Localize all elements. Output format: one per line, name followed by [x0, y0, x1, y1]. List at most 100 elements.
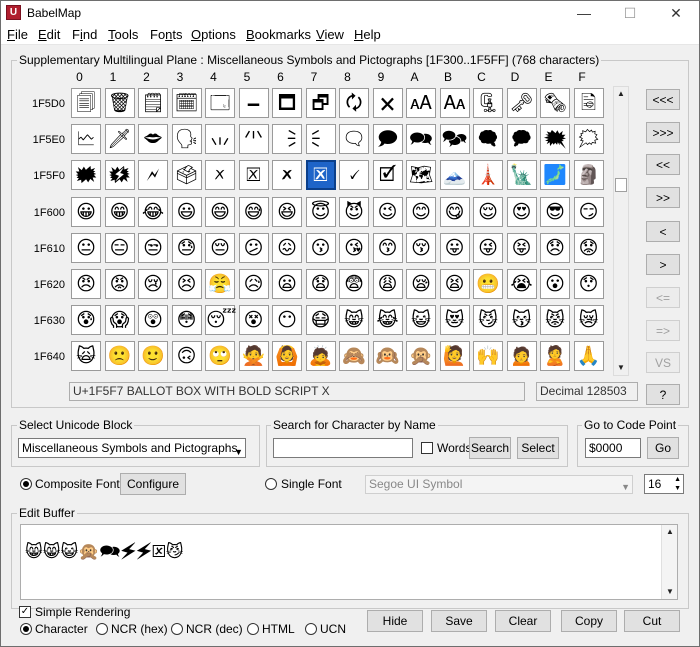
character-cell[interactable]: 😃 — [171, 196, 202, 227]
scroll-down-icon[interactable]: ▼ — [663, 585, 677, 599]
character-cell[interactable]: 😷 — [305, 305, 336, 336]
character-cell[interactable]: 🗜 — [473, 88, 503, 118]
character-cell[interactable]: 🗮 — [540, 124, 570, 155]
character-cell[interactable]: 😝 — [506, 232, 537, 263]
character-cell[interactable]: 🗕 — [238, 88, 269, 118]
nav-button-0[interactable]: <<< — [646, 89, 680, 110]
character-cell[interactable]: 🗸 — [339, 160, 369, 191]
character-cell[interactable]: 😴 — [205, 305, 236, 336]
character-cell[interactable]: 😌 — [473, 196, 503, 227]
character-cell[interactable]: 😡 — [104, 269, 135, 299]
hide-button[interactable]: Hide — [367, 610, 423, 632]
character-cell[interactable]: 🗚 — [406, 88, 436, 118]
format-radio[interactable] — [305, 623, 317, 635]
character-cell[interactable]: 🗣 — [171, 124, 202, 155]
character-cell[interactable]: 😣 — [171, 269, 202, 299]
character-cell[interactable]: 😯 — [573, 269, 604, 299]
character-cell[interactable]: 😉 — [372, 196, 403, 227]
scroll-up-icon[interactable]: ▲ — [614, 87, 628, 101]
character-cell[interactable]: 🗺 — [406, 160, 436, 191]
character-cell[interactable]: 😳 — [171, 305, 202, 336]
menu-options[interactable]: Options — [191, 27, 236, 42]
character-cell[interactable]: 😸 — [339, 305, 369, 336]
composite-font-radio[interactable] — [20, 478, 32, 490]
character-cell[interactable]: 😑 — [104, 232, 135, 263]
character-cell[interactable]: 😻 — [439, 305, 470, 336]
character-cell[interactable]: 😱 — [104, 305, 135, 336]
copy-button[interactable]: Copy — [561, 610, 617, 632]
character-cell[interactable]: 😽 — [506, 305, 537, 336]
character-cell[interactable]: 🙏 — [573, 341, 604, 372]
nav-button-6[interactable]: <= — [646, 287, 680, 308]
character-cell[interactable]: 🗡 — [104, 124, 135, 155]
character-cell[interactable]: 🗽 — [506, 160, 537, 191]
character-cell[interactable]: 🗰 — [71, 160, 101, 191]
character-cell[interactable]: 🙂 — [138, 341, 168, 372]
character-cell[interactable]: 🗞 — [540, 88, 570, 118]
character-cell[interactable]: 🗗 — [305, 88, 336, 118]
scroll-thumb[interactable] — [615, 178, 627, 192]
character-cell[interactable]: 🗦 — [272, 124, 302, 155]
character-cell[interactable]: 🗷 — [305, 160, 336, 191]
character-cell[interactable]: 🗒 — [138, 88, 168, 118]
character-cell[interactable]: 🙋 — [439, 341, 470, 372]
configure-button[interactable]: Configure — [120, 473, 186, 495]
character-cell[interactable]: 🙀 — [71, 341, 101, 372]
character-cell[interactable]: 😊 — [406, 196, 436, 227]
character-cell[interactable]: 😹 — [372, 305, 403, 336]
character-cell[interactable]: 🙌 — [473, 341, 503, 372]
character-cell[interactable]: 🗿 — [573, 160, 604, 191]
menu-fonts[interactable]: Fonts — [150, 27, 183, 42]
character-cell[interactable]: 🙎 — [540, 341, 570, 372]
character-cell[interactable]: 🗳 — [171, 160, 202, 191]
edit-buffer-textarea[interactable]: 😸😸😺🙊🗪🗲🗲🗵😼 ▲ ▼ — [20, 524, 678, 600]
nav-button-7[interactable]: => — [646, 320, 680, 341]
character-cell[interactable]: 🗹 — [372, 160, 403, 191]
words-checkbox[interactable] — [421, 442, 433, 454]
character-cell[interactable]: 😠 — [71, 269, 101, 299]
character-cell[interactable]: 😛 — [439, 232, 470, 263]
character-cell[interactable]: 🙆 — [272, 341, 302, 372]
character-cell[interactable]: 🗘 — [339, 88, 369, 118]
code-point-input[interactable]: $0000 — [585, 438, 641, 458]
maximize-icon[interactable]: ☐ — [607, 1, 653, 25]
nav-button-1[interactable]: >>> — [646, 122, 680, 143]
close-icon[interactable]: ✕ — [653, 1, 699, 25]
menu-help[interactable]: Help — [354, 27, 381, 42]
character-cell[interactable]: 😞 — [540, 232, 570, 263]
character-cell[interactable]: 😂 — [138, 196, 168, 227]
character-cell[interactable]: 🙁 — [104, 341, 135, 372]
menu-view[interactable]: View — [316, 27, 344, 42]
character-cell[interactable]: 🗢 — [138, 124, 168, 155]
format-radio[interactable] — [96, 623, 108, 635]
select-button[interactable]: Select — [517, 437, 559, 459]
character-cell[interactable]: 😬 — [473, 269, 503, 299]
character-cell[interactable]: 🗵 — [238, 160, 269, 191]
search-button[interactable]: Search — [469, 437, 511, 459]
character-cell[interactable]: 🗶 — [272, 160, 302, 191]
character-cell[interactable]: 😗 — [305, 232, 336, 263]
character-cell[interactable]: 😄 — [205, 196, 235, 227]
cut-button[interactable]: Cut — [624, 610, 680, 632]
character-cell[interactable]: 🙈 — [339, 341, 369, 372]
nav-button-5[interactable]: > — [646, 254, 680, 275]
character-cell[interactable]: 😨 — [339, 269, 369, 299]
character-cell[interactable]: 🗔 — [205, 88, 235, 118]
character-cell[interactable]: 😇 — [305, 196, 336, 227]
character-cell[interactable]: 🗪 — [406, 124, 436, 155]
character-cell[interactable]: 😩 — [372, 269, 403, 299]
character-cell[interactable]: 🗝 — [506, 88, 537, 118]
character-cell[interactable]: 😼 — [473, 305, 503, 336]
character-cell[interactable]: 😆 — [272, 196, 302, 227]
character-cell[interactable]: 😔 — [205, 232, 235, 263]
character-cell[interactable]: 😲 — [138, 305, 168, 336]
character-cell[interactable]: 😅 — [238, 196, 269, 227]
character-cell[interactable]: 🗬 — [473, 124, 503, 155]
go-button[interactable]: Go — [647, 437, 679, 459]
character-cell[interactable]: 🗖 — [272, 88, 302, 118]
character-cell[interactable]: 🗭 — [506, 124, 537, 155]
chevron-down-icon[interactable]: ▼ — [234, 443, 243, 462]
character-cell[interactable]: 🙅 — [238, 341, 269, 372]
character-cell[interactable]: 😘 — [339, 232, 369, 263]
character-cell[interactable]: 😿 — [573, 305, 604, 336]
